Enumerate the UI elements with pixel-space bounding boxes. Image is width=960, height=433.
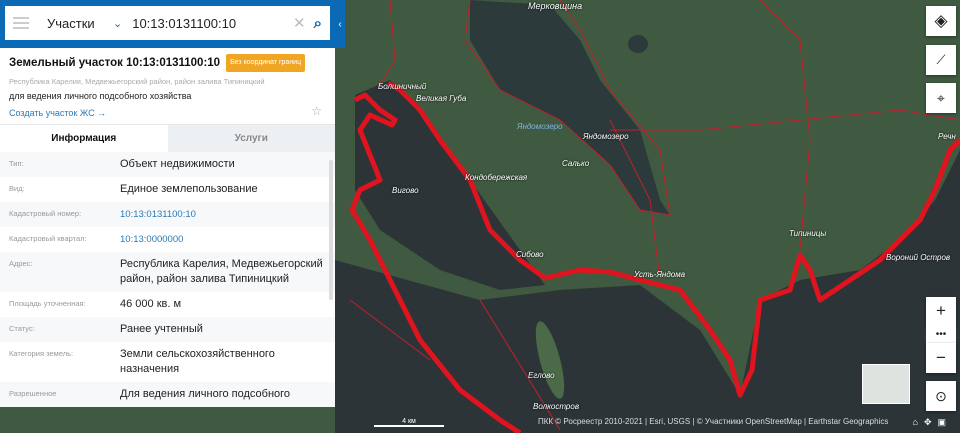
- row-value: Для ведения личного подсобного: [120, 388, 291, 400]
- row-key: Разрешенное: [9, 389, 57, 398]
- cadastral-number-link[interactable]: 10:13:0131100:10: [120, 207, 326, 222]
- info-panel: Участки ⌄ 10:13:0131100:10 ✕ ⌕ Земельный…: [0, 0, 335, 407]
- compass-button[interactable]: ⊙: [926, 381, 956, 411]
- table-row: Вид: Единое землепользование: [0, 177, 335, 202]
- row-value: Единое землепользование: [120, 183, 258, 195]
- map-label: Вигово: [392, 186, 419, 195]
- map-label: Типиницы: [789, 229, 827, 238]
- table-row: Разрешенное Для ведения личного подсобног…: [0, 382, 335, 407]
- menu-icon[interactable]: [13, 17, 29, 29]
- info-table: Тип: Объект недвижимости Вид: Единое земле…: [0, 152, 335, 407]
- layers-button[interactable]: ◈: [926, 6, 956, 36]
- layers-icon: ◈: [934, 11, 948, 30]
- map-label: Болшничный: [378, 82, 427, 91]
- crosshair-icon: ⌖: [937, 89, 945, 106]
- map-label: Кондобережская: [465, 173, 528, 182]
- table-row: Тип: Объект недвижимости: [0, 152, 335, 177]
- map-label: Салько: [562, 159, 590, 168]
- star-icon[interactable]: ☆: [311, 105, 322, 119]
- row-key: Вид:: [9, 184, 25, 193]
- map-label: Сибово: [516, 250, 544, 259]
- scrollbar[interactable]: [329, 160, 333, 300]
- status-badge: Без координат границ: [226, 54, 306, 72]
- row-key: Адрес:: [9, 259, 33, 268]
- tab-services[interactable]: Услуги: [167, 125, 335, 152]
- row-value: Земли сельскохозяйственного назначения: [120, 348, 275, 375]
- ruler-icon: ⟋: [936, 52, 946, 67]
- map-label: Еглово: [528, 371, 555, 380]
- zoom-out-button[interactable]: −: [926, 343, 956, 373]
- search-bar: Участки ⌄ 10:13:0131100:10 ✕ ⌕: [0, 0, 335, 48]
- row-value: Ранее учтенный: [120, 323, 203, 335]
- create-parcel-link[interactable]: Создать участок ЖС →: [9, 108, 106, 119]
- map-label: Яндомозеро: [583, 132, 629, 141]
- target-icon[interactable]: ✥: [924, 417, 938, 427]
- parcel-address: Республика Карелия, Медвежьегорский райо…: [9, 77, 265, 86]
- chevron-down-icon[interactable]: ⌄: [113, 17, 122, 30]
- map-label: Волкостров: [533, 402, 579, 411]
- map-label: Великая Губа: [416, 94, 467, 103]
- scale-bar: 4 км: [374, 418, 444, 427]
- tab-info[interactable]: Информация: [0, 125, 168, 152]
- map-label: Усть-Яндома: [634, 270, 686, 279]
- table-row: Кадастровый номер: 10:13:0131100:10: [0, 202, 335, 227]
- locate-button[interactable]: ⌖: [926, 83, 956, 113]
- zoom-in-button[interactable]: +: [926, 297, 956, 325]
- more-button[interactable]: •••: [926, 325, 956, 343]
- map-label: Яндомозеро: [517, 122, 563, 131]
- row-key: Тип:: [9, 159, 24, 168]
- row-key: Статус:: [9, 324, 35, 333]
- row-key: Категория земель:: [9, 349, 74, 358]
- row-key: Кадастровый номер:: [9, 209, 82, 218]
- cadastral-quarter-link[interactable]: 10:13:0000000: [120, 232, 326, 247]
- measure-button[interactable]: ⟋: [926, 45, 956, 75]
- map-label: Мерковщина: [528, 1, 583, 11]
- map-label: Речн: [938, 132, 956, 141]
- row-value: Объект недвижимости: [120, 158, 235, 170]
- category-select[interactable]: Участки: [47, 16, 107, 31]
- map-label: Вороний Остров: [886, 253, 951, 262]
- table-row: Площадь уточненная: 46 000 кв. м: [0, 292, 335, 317]
- basemap-toggle[interactable]: [862, 364, 910, 404]
- map-footer-icons[interactable]: ⌂✥▣: [913, 417, 953, 428]
- parcel-title: Земельный участок 10:13:0131100:10: [9, 57, 221, 69]
- row-key: Площадь уточненная:: [9, 299, 86, 308]
- search-icon[interactable]: ⌕: [314, 15, 322, 32]
- parcel-purpose: для ведения личного подсобного хозяйства: [9, 91, 192, 101]
- row-value: 46 000 кв. м: [120, 298, 182, 310]
- search-input[interactable]: 10:13:0131100:10: [132, 16, 293, 31]
- home-icon[interactable]: ⌂: [913, 417, 924, 427]
- clear-icon[interactable]: ✕: [293, 14, 306, 32]
- row-value: Республика Карелия, Медвежьегорский райо…: [120, 258, 323, 285]
- fullscreen-icon[interactable]: ▣: [937, 417, 952, 427]
- table-row: Категория земель: Земли сельскохозяйствен…: [0, 342, 335, 382]
- collapse-panel-button[interactable]: ‹: [335, 0, 345, 48]
- table-row: Статус: Ранее учтенный: [0, 317, 335, 342]
- table-row: Кадастровый квартал: 10:13:0000000: [0, 227, 335, 252]
- map-attribution: ПКК © Росреестр 2010-2021 | Esri, USGS |…: [538, 417, 889, 426]
- row-key: Кадастровый квартал:: [9, 234, 87, 243]
- table-row: Адрес: Республика Карелия, Медвежьегорски…: [0, 252, 335, 292]
- compass-icon: ⊙: [935, 387, 947, 404]
